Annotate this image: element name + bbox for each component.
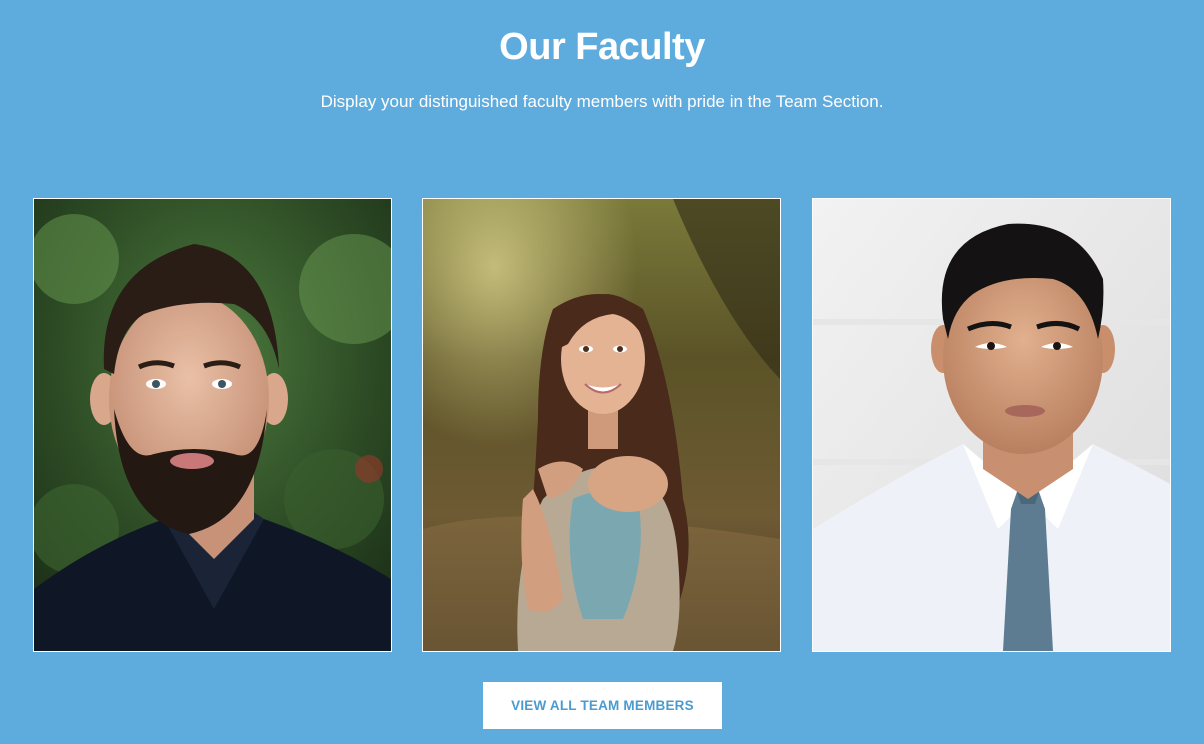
- section-title: Our Faculty: [499, 26, 705, 68]
- view-all-team-members-button[interactable]: VIEW ALL TEAM MEMBERS: [483, 682, 722, 729]
- faculty-card-1[interactable]: [33, 198, 392, 652]
- faculty-section: Our Faculty Display your distinguished f…: [0, 0, 1204, 744]
- faculty-card-2[interactable]: [422, 198, 781, 652]
- faculty-grid: [33, 198, 1173, 652]
- faculty-photo-1[interactable]: [34, 199, 391, 651]
- section-subtitle: Display your distinguished faculty membe…: [320, 92, 884, 111]
- faculty-photo-3[interactable]: [813, 199, 1170, 651]
- faculty-card-3[interactable]: [812, 198, 1171, 652]
- faculty-photo-2[interactable]: [423, 199, 780, 651]
